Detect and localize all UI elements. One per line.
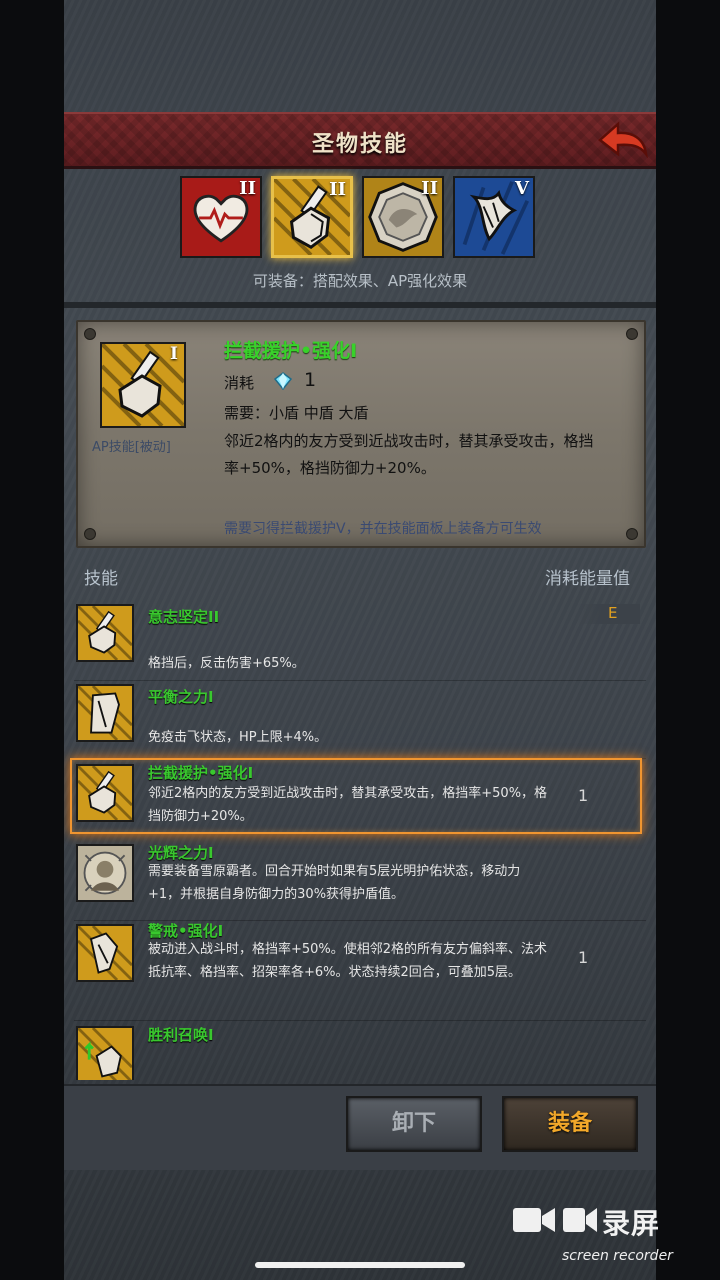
back-button[interactable] [594,118,650,162]
list-item[interactable]: 光辉之力I 需要装备雪原霸者。回合开始时如果有5层光明护佑状态，移动力+1，并根… [64,840,656,920]
back-arrow-icon [598,121,648,159]
list-item[interactable]: 意志坚定II 格挡后，反击伤害+65%。 E [64,602,656,680]
detail-skill-level: I [170,344,178,364]
rivet [84,528,96,540]
relic-slot-wing[interactable]: V [453,176,535,258]
recorder-watermark: 录屏 screen recorder [512,1202,712,1272]
skill-detail-panel: I AP技能[被动] 拦截援护•强化I 消耗 1 需要：小盾 中盾 大盾 邻近2… [76,320,646,548]
energy-gem-icon [274,372,292,390]
relic-level: V [515,178,529,199]
relic-slot-shield-sword[interactable]: II [271,176,353,258]
skill-name: 平衡之力I [148,688,214,706]
skill-description: 邻近2格内的友方受到近战攻击时，替其承受攻击，格挡率+50%，格挡防御力+20%… [224,432,594,477]
camera-icon [513,1208,555,1232]
list-item[interactable]: 警戒•强化I 被动进入战斗时，格挡率+50%。使相邻2格的所有友方偏斜率、法术抵… [64,920,656,1020]
skill-name: 胜利召唤I [148,1026,214,1044]
relic-selector: II II II V [180,176,535,258]
list-item[interactable]: 胜利召唤I [64,1022,656,1080]
relic-level: II [329,179,346,200]
equip-hint: 可装备：搭配效果、AP强化效果 [252,272,468,290]
camera-icon [563,1208,597,1232]
relic-level: II [421,178,438,199]
divider [64,302,656,308]
shield-skill-icon [76,604,134,662]
skill-requirement: 需要：小盾 中盾 大盾 [224,404,369,422]
energy-badge: E [578,604,640,624]
cost-label: 消耗 [224,374,255,392]
list-header-cost: 消耗能量值 [545,569,630,589]
list-item-selected[interactable]: 拦截援护•强化I 邻近2格内的友方受到近战攻击时，替其承受攻击，格挡率+50%，… [64,758,656,836]
home-indicator[interactable] [255,1262,465,1268]
game-screen: 圣物技能 II II II V 可装备：搭配效果、AP强化效果 I AP技能[被… [64,0,656,1280]
balance-skill-icon [76,684,134,742]
rivet [84,328,96,340]
shield-sword-skill-icon [76,764,134,822]
relic-slot-coin[interactable]: II [362,176,444,258]
page-title: 圣物技能 [311,132,408,157]
skill-cost: E [608,604,618,622]
title-bar: 圣物技能 [64,112,656,169]
watermark-title: 录屏 [602,1207,661,1240]
skill-name: 意志坚定II [148,608,220,626]
cost-value: 1 [304,369,317,391]
skill-desc: 格挡后，反击伤害+65%。 [148,656,305,671]
skill-type-label: AP技能[被动] [92,440,171,455]
victory-skill-icon [76,1026,134,1080]
list-header-skill: 技能 [84,569,118,589]
skill-name: 拦截援护•强化I [224,340,358,362]
rivet [626,328,638,340]
equip-button[interactable]: 装备 [502,1096,638,1152]
list-item[interactable]: 平衡之力I 免疫击飞状态，HP上限+4%。 [64,682,656,758]
relic-level: II [239,178,256,199]
divider [74,1020,646,1021]
watermark-subtitle: screen recorder [562,1248,673,1264]
skill-cost: 1 [578,948,589,967]
skill-name: 拦截援护•强化I [148,764,254,782]
skill-note: 需要习得拦截援护V，并在技能面板上装备方可生效 [224,521,542,537]
unequip-button[interactable]: 卸下 [346,1096,482,1152]
rivet [626,528,638,540]
skill-cost: 1 [578,786,589,805]
detail-skill-icon: I [100,342,186,428]
skill-desc: 被动进入战斗时，格挡率+50%。使相邻2格的所有友方偏斜率、法术抵抗率、格挡率、… [148,942,548,980]
skill-list[interactable]: 意志坚定II 格挡后，反击伤害+65%。 E 平衡之力I 免疫击飞状态，HP上限… [64,596,656,1080]
skill-desc: 邻近2格内的友方受到近战攻击时，替其承受攻击，格挡率+50%，格挡防御力+20%… [148,786,548,824]
skill-desc: 需要装备雪原霸者。回合开始时如果有5层光明护佑状态，移动力+1，并根据自身防御力… [148,864,521,902]
divider [74,680,646,681]
relic-slot-heart[interactable]: II [180,176,262,258]
skill-desc: 免疫击飞状态，HP上限+4%。 [148,730,328,745]
vigilance-skill-icon [76,924,134,982]
radiance-skill-icon [76,844,134,902]
